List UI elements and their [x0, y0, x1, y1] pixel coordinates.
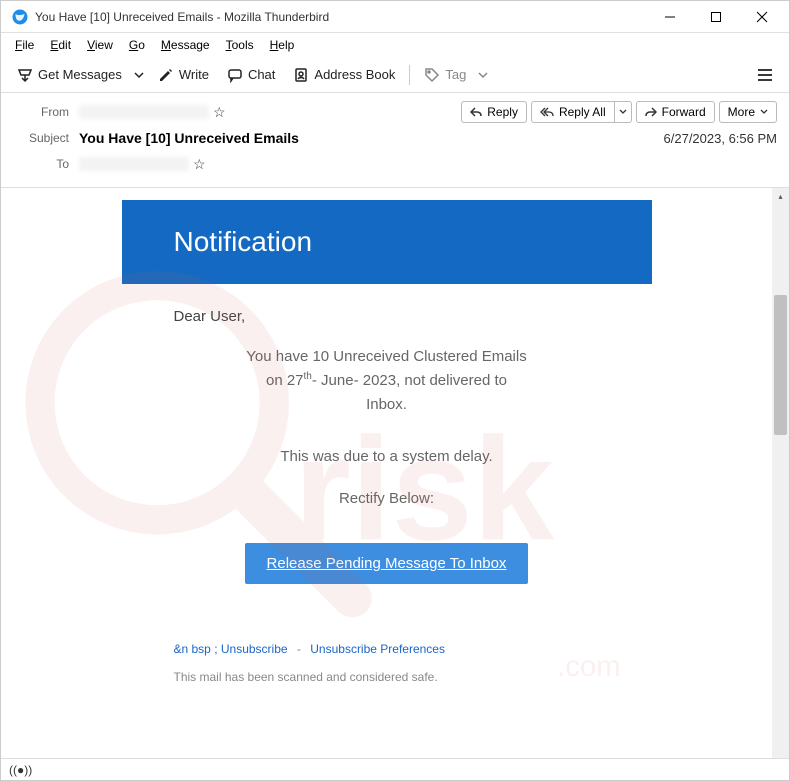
maximize-button[interactable]	[693, 1, 739, 33]
release-pending-button[interactable]: Release Pending Message To Inbox	[245, 543, 529, 584]
get-messages-dropdown[interactable]	[130, 66, 148, 84]
activity-icon: ((●))	[9, 763, 32, 777]
to-label: To	[13, 157, 69, 171]
forward-button[interactable]: Forward	[636, 101, 715, 123]
tag-icon	[424, 67, 440, 83]
toolbar: Get Messages Write Chat Address Book Tag	[1, 57, 789, 93]
thunderbird-icon	[11, 8, 29, 26]
notification-banner: Notification	[122, 200, 652, 284]
message-body: risk .com Notification Dear User, You ha…	[1, 188, 772, 775]
body-para-2: This was due to a system delay.	[122, 431, 652, 483]
to-address	[79, 157, 189, 171]
window-title: You Have [10] Unreceived Emails - Mozill…	[35, 10, 647, 24]
email-card: Notification Dear User, You have 10 Unre…	[122, 200, 652, 690]
menubar: File Edit View Go Message Tools Help	[1, 33, 789, 57]
reply-all-button[interactable]: Reply All	[531, 101, 615, 123]
reply-button[interactable]: Reply	[461, 101, 527, 123]
unsubscribe-link[interactable]: &n bsp ; Unsubscribe	[174, 642, 288, 656]
menu-message[interactable]: Message	[153, 36, 218, 54]
from-address	[79, 105, 209, 119]
menu-tools[interactable]: Tools	[218, 36, 262, 54]
star-to-icon[interactable]: ☆	[193, 156, 206, 173]
separator	[409, 65, 410, 85]
subject-label: Subject	[13, 131, 69, 145]
safe-notice: This mail has been scanned and considere…	[122, 664, 652, 690]
minimize-button[interactable]	[647, 1, 693, 33]
menu-edit[interactable]: Edit	[42, 36, 79, 54]
menu-go[interactable]: Go	[121, 36, 153, 54]
subject-text: You Have [10] Unreceived Emails	[79, 130, 299, 146]
tag-button[interactable]: Tag	[416, 63, 474, 87]
app-menu-button[interactable]	[749, 64, 781, 86]
from-label: From	[13, 105, 69, 119]
scroll-thumb[interactable]	[774, 295, 787, 435]
address-book-button[interactable]: Address Book	[285, 63, 403, 87]
message-header: From ☆ Reply Reply All Forward More	[1, 93, 789, 188]
reply-icon	[470, 106, 482, 118]
body-para-3: Rectify Below:	[122, 483, 652, 525]
body-para-1: You have 10 Unreceived Clustered Emails …	[122, 331, 652, 431]
scroll-up-arrow[interactable]: ▴	[772, 188, 789, 205]
chat-button[interactable]: Chat	[219, 63, 283, 87]
pencil-icon	[158, 67, 174, 83]
statusbar: ((●))	[1, 758, 789, 780]
reply-all-icon	[540, 106, 554, 118]
menu-help[interactable]: Help	[262, 36, 303, 54]
scroll-track[interactable]	[772, 205, 789, 758]
tag-dropdown[interactable]	[474, 66, 492, 84]
vertical-scrollbar[interactable]: ▴ ▾	[772, 188, 789, 775]
star-from-icon[interactable]: ☆	[213, 104, 226, 121]
write-button[interactable]: Write	[150, 63, 217, 87]
menu-file[interactable]: File	[7, 36, 42, 54]
chat-icon	[227, 67, 243, 83]
unsubscribe-prefs-link[interactable]: Unsubscribe Preferences	[310, 642, 445, 656]
get-messages-button[interactable]: Get Messages	[9, 63, 130, 87]
address-book-icon	[293, 67, 309, 83]
forward-icon	[645, 106, 657, 118]
date-text: 6/27/2023, 6:56 PM	[664, 131, 777, 146]
footer-links: &n bsp ; Unsubscribe - Unsubscribe Prefe…	[122, 592, 652, 664]
menu-view[interactable]: View	[79, 36, 121, 54]
download-icon	[17, 67, 33, 83]
reply-all-dropdown[interactable]	[615, 101, 632, 123]
more-button[interactable]: More	[719, 101, 777, 123]
greeting-text: Dear User,	[122, 284, 652, 331]
window-titlebar: You Have [10] Unreceived Emails - Mozill…	[1, 1, 789, 33]
close-button[interactable]	[739, 1, 785, 33]
